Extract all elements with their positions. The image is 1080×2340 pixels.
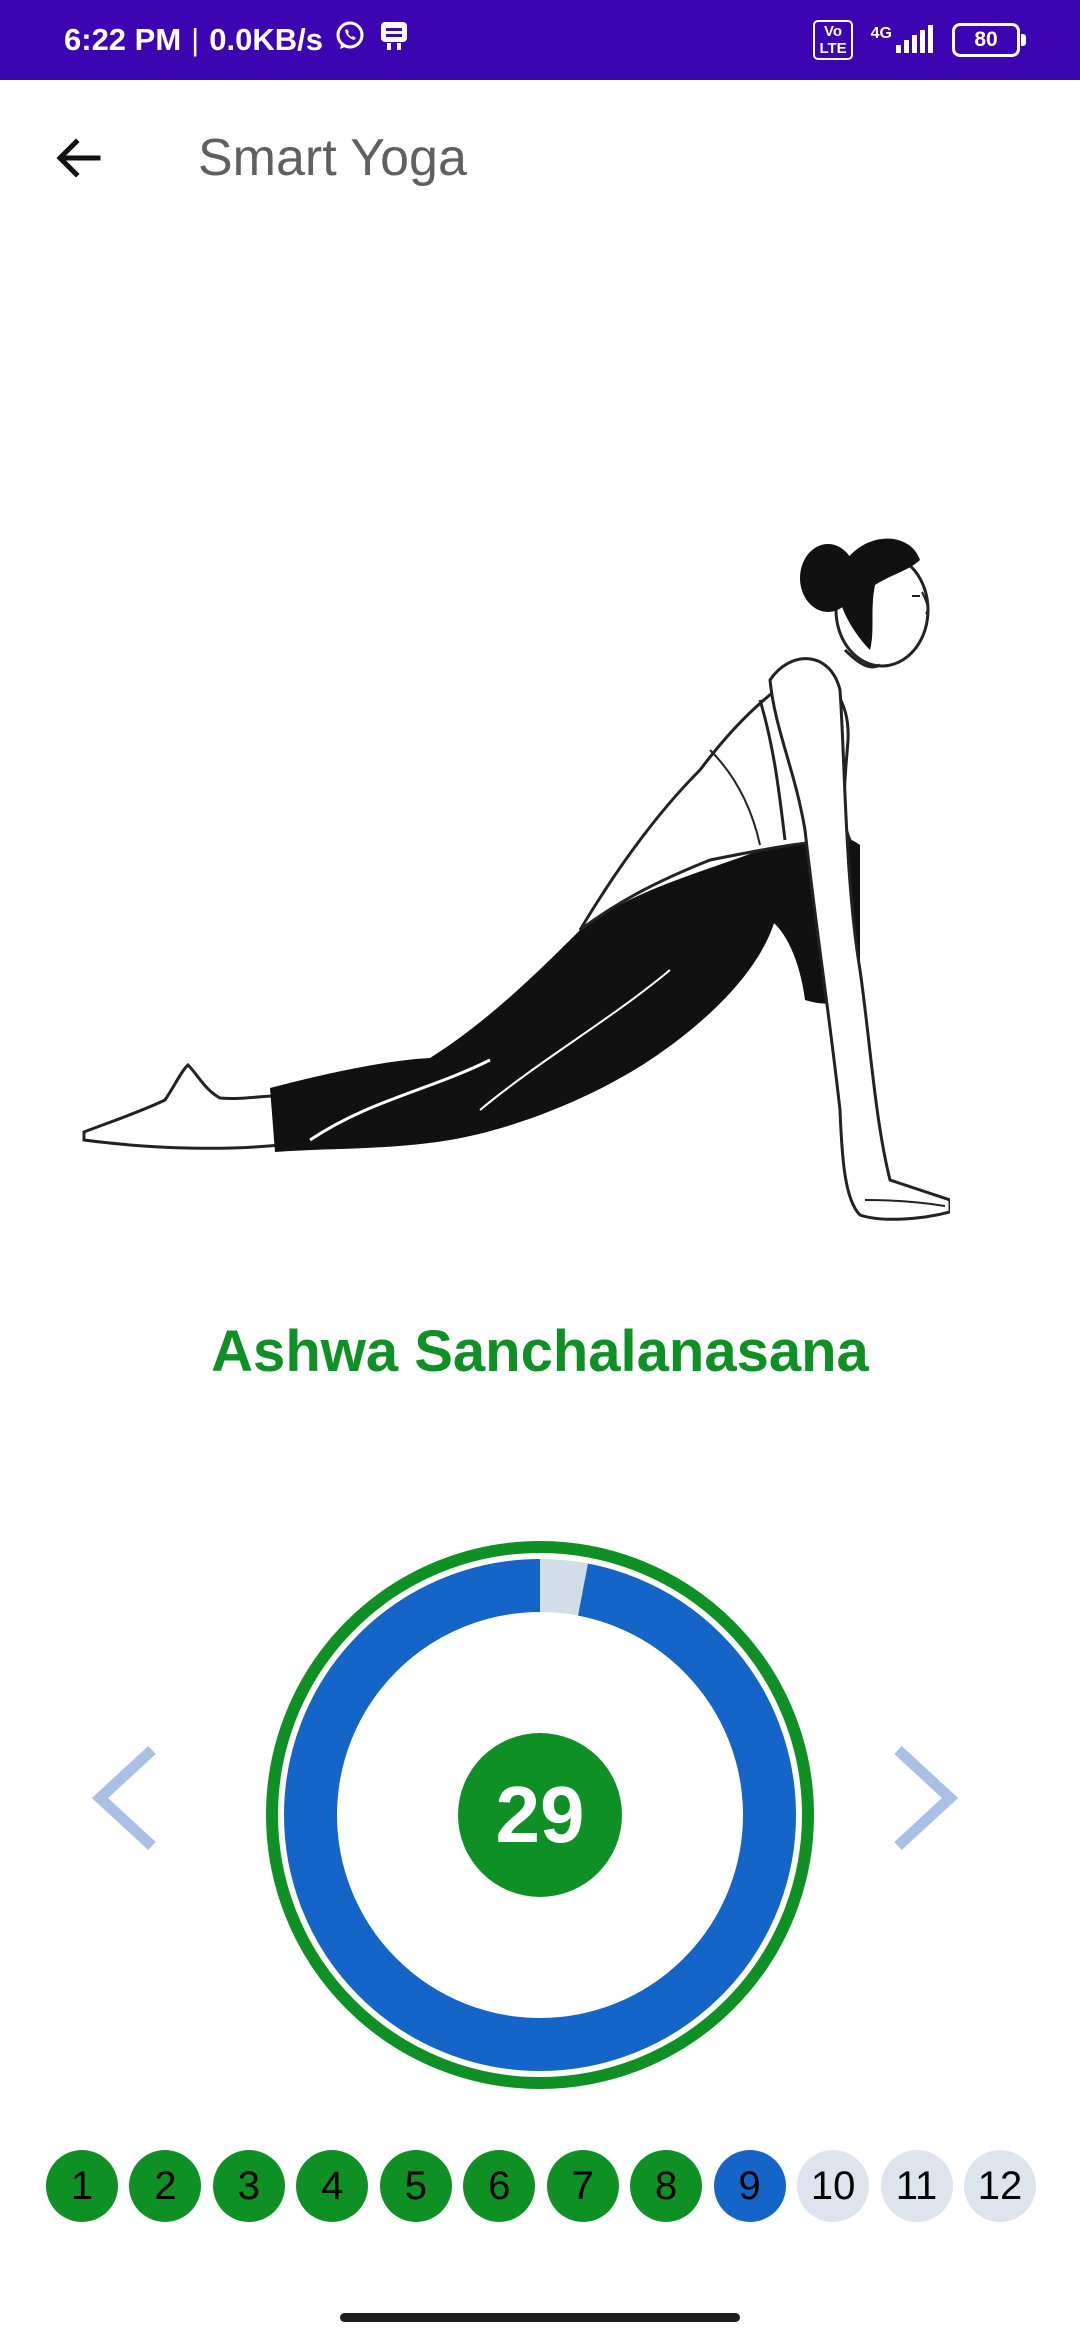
previous-pose-button[interactable] <box>80 1738 170 1858</box>
arrow-left-icon <box>56 138 101 178</box>
home-indicator[interactable] <box>340 2313 740 2322</box>
status-bar: 6:22 PM | 0.0KB/s Vo LTE 4G 80 <box>0 0 1080 80</box>
pose-name: Ashwa Sanchalanasana <box>211 1319 869 1384</box>
battery-icon: 80 <box>952 23 1026 57</box>
status-left: 6:22 PM | 0.0KB/s <box>64 0 411 80</box>
whatsapp-icon <box>333 19 367 61</box>
step-11: 11 <box>880 2150 953 2222</box>
step-4: 4 <box>296 2150 369 2222</box>
step-9: 9 <box>713 2150 786 2222</box>
app-bar: Smart Yoga <box>0 80 1080 240</box>
timer-seconds: 29 <box>458 1733 622 1897</box>
signal-icon: 4G <box>871 25 934 55</box>
step-10: 10 <box>797 2150 870 2222</box>
chevron-right-icon <box>894 1745 959 1851</box>
network-type: 4G <box>870 25 892 42</box>
pose-illustration <box>70 500 952 1240</box>
status-time: 6:22 PM <box>64 22 182 57</box>
countdown-timer: 29 <box>262 1537 818 2093</box>
volte-icon: Vo LTE <box>813 20 853 60</box>
network-speed: 0.0KB/s <box>209 22 323 57</box>
step-3: 3 <box>212 2150 285 2222</box>
step-5: 5 <box>379 2150 452 2222</box>
battery-level: 80 <box>974 28 998 51</box>
step-8: 8 <box>630 2150 703 2222</box>
step-12: 12 <box>963 2150 1036 2222</box>
step-1: 1 <box>46 2150 118 2222</box>
status-right: Vo LTE 4G 80 <box>813 0 1026 80</box>
chevron-left-icon <box>91 1745 156 1851</box>
step-indicator-row: 1 2 3 4 5 6 7 8 9 10 11 12 <box>46 2150 1036 2222</box>
step-7: 7 <box>546 2150 619 2222</box>
step-6: 6 <box>463 2150 536 2222</box>
status-separator: | <box>191 22 200 57</box>
app-title: Smart Yoga <box>198 129 467 187</box>
back-button[interactable] <box>40 120 116 196</box>
step-2: 2 <box>129 2150 202 2222</box>
notification-icon <box>377 19 411 61</box>
next-pose-button[interactable] <box>880 1738 970 1858</box>
